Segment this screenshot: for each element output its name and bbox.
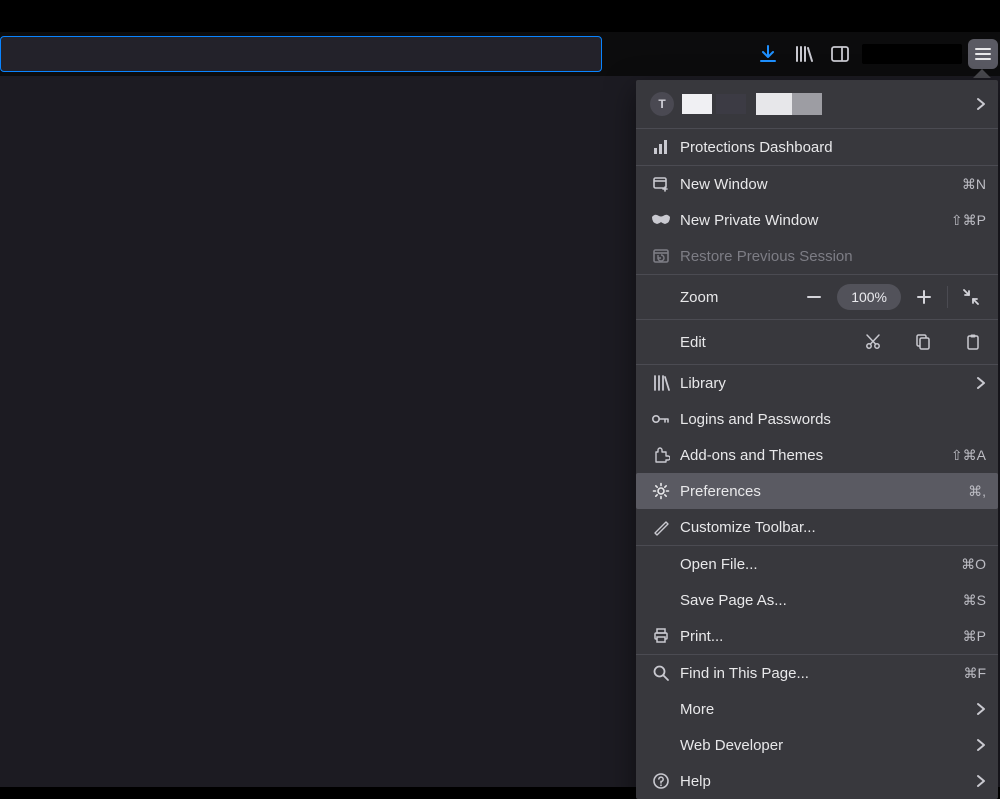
- menu-item-label: Logins and Passwords: [680, 411, 986, 428]
- menu-item-label: New Private Window: [680, 212, 945, 229]
- account-avatar: T: [650, 92, 674, 116]
- fullscreen-button[interactable]: [954, 282, 988, 312]
- hamburger-menu-icon: [974, 45, 992, 63]
- menu-print[interactable]: Print... ⌘P: [636, 618, 998, 654]
- sidebar-button[interactable]: [822, 36, 858, 72]
- plus-icon: [916, 289, 932, 305]
- menu-zoom-row: Zoom 100%: [636, 275, 998, 319]
- window-plus-icon: [650, 173, 672, 195]
- downloads-button[interactable]: [750, 36, 786, 72]
- zoom-controls: 100%: [797, 282, 988, 312]
- menu-open-file[interactable]: Open File... ⌘O: [636, 546, 998, 582]
- menu-item-shortcut: ⌘,: [968, 483, 986, 500]
- account-name-gap: [716, 94, 746, 114]
- edit-label: Edit: [680, 334, 706, 351]
- account-name-redacted: [682, 94, 712, 114]
- library-shelf-icon: [650, 372, 672, 394]
- library-button[interactable]: [786, 36, 822, 72]
- zoom-value: 100%: [851, 289, 887, 305]
- account-row[interactable]: T: [636, 80, 998, 128]
- help-icon: [650, 770, 672, 792]
- paintbrush-icon: [650, 516, 672, 538]
- menu-save-page-as[interactable]: Save Page As... ⌘S: [636, 582, 998, 618]
- zoom-value-pill[interactable]: 100%: [837, 284, 901, 310]
- toolbar-button-group: [750, 32, 998, 76]
- menu-library[interactable]: Library: [636, 365, 998, 401]
- menu-new-window[interactable]: New Window ⌘N: [636, 166, 998, 202]
- toolbar-extension-area[interactable]: [862, 44, 962, 64]
- menu-item-label: Open File...: [680, 556, 955, 573]
- menu-edit-row: Edit: [636, 320, 998, 364]
- cut-button[interactable]: [862, 331, 884, 353]
- menu-protections-dashboard[interactable]: Protections Dashboard: [636, 129, 998, 165]
- app-menu-button[interactable]: [968, 39, 998, 69]
- download-icon: [758, 44, 778, 64]
- menu-more[interactable]: More: [636, 691, 998, 727]
- mask-icon: [650, 209, 672, 231]
- menu-new-private-window[interactable]: New Private Window ⇧⌘P: [636, 202, 998, 238]
- menu-item-label: Add-ons and Themes: [680, 447, 945, 464]
- menu-find-in-page[interactable]: Find in This Page... ⌘F: [636, 655, 998, 691]
- menu-preferences[interactable]: Preferences ⌘,: [636, 473, 998, 509]
- menu-item-label: More: [680, 701, 970, 718]
- app-menu-wrapper: [966, 39, 998, 69]
- paste-button[interactable]: [962, 331, 984, 353]
- edit-buttons: [862, 331, 988, 353]
- chevron-right-icon: [970, 97, 986, 111]
- zoom-in-button[interactable]: [907, 282, 941, 312]
- menu-item-shortcut: ⌘O: [961, 556, 986, 573]
- key-icon: [650, 408, 672, 430]
- menu-customize-toolbar[interactable]: Customize Toolbar...: [636, 509, 998, 545]
- printer-icon: [650, 625, 672, 647]
- app-menu-panel: T Protections Dashboard New Window ⌘N Ne…: [636, 80, 998, 799]
- chevron-right-icon: [970, 376, 986, 390]
- library-shelf-icon: [794, 44, 814, 64]
- menu-item-label: Customize Toolbar...: [680, 519, 986, 536]
- minus-icon: [806, 289, 822, 305]
- menu-item-label: Library: [680, 375, 970, 392]
- menu-item-label: Print...: [680, 628, 957, 645]
- menu-item-shortcut: ⇧⌘A: [951, 447, 986, 464]
- url-bar[interactable]: [0, 36, 602, 72]
- sidebar-toggle-icon: [830, 44, 850, 64]
- menu-item-shortcut: ⇧⌘P: [951, 212, 986, 229]
- vertical-separator: [947, 286, 948, 308]
- menu-help[interactable]: Help: [636, 763, 998, 799]
- menu-item-label: Restore Previous Session: [680, 248, 986, 265]
- menu-item-label: New Window: [680, 176, 956, 193]
- account-email-redacted-1: [756, 93, 792, 115]
- zoom-label: Zoom: [680, 289, 718, 306]
- menu-item-shortcut: ⌘N: [962, 176, 986, 193]
- menu-item-label: Save Page As...: [680, 592, 957, 609]
- menu-logins-passwords[interactable]: Logins and Passwords: [636, 401, 998, 437]
- fullscreen-exit-icon: [963, 289, 979, 305]
- gear-icon: [650, 480, 672, 502]
- menu-addons-themes[interactable]: Add-ons and Themes ⇧⌘A: [636, 437, 998, 473]
- puzzle-icon: [650, 444, 672, 466]
- menu-item-label: Web Developer: [680, 737, 970, 754]
- menu-item-label: Protections Dashboard: [680, 139, 986, 156]
- menu-item-label: Preferences: [680, 483, 962, 500]
- menu-item-shortcut: ⌘P: [963, 628, 986, 645]
- restore-icon: [650, 245, 672, 267]
- account-email-redacted-2: [792, 93, 822, 115]
- menu-item-shortcut: ⌘S: [963, 592, 986, 609]
- copy-icon: [914, 333, 932, 351]
- chevron-right-icon: [970, 738, 986, 752]
- menu-restore-session: Restore Previous Session: [636, 238, 998, 274]
- dashboard-icon: [650, 136, 672, 158]
- menu-item-shortcut: ⌘F: [963, 665, 986, 682]
- zoom-out-button[interactable]: [797, 282, 831, 312]
- window-titlebar: [0, 0, 1000, 32]
- chevron-right-icon: [970, 702, 986, 716]
- scissors-icon: [864, 333, 882, 351]
- menu-item-label: Find in This Page...: [680, 665, 957, 682]
- clipboard-icon: [964, 333, 982, 351]
- search-icon: [650, 662, 672, 684]
- menu-web-developer[interactable]: Web Developer: [636, 727, 998, 763]
- copy-button[interactable]: [912, 331, 934, 353]
- chevron-right-icon: [970, 774, 986, 788]
- browser-toolbar: [0, 32, 1000, 76]
